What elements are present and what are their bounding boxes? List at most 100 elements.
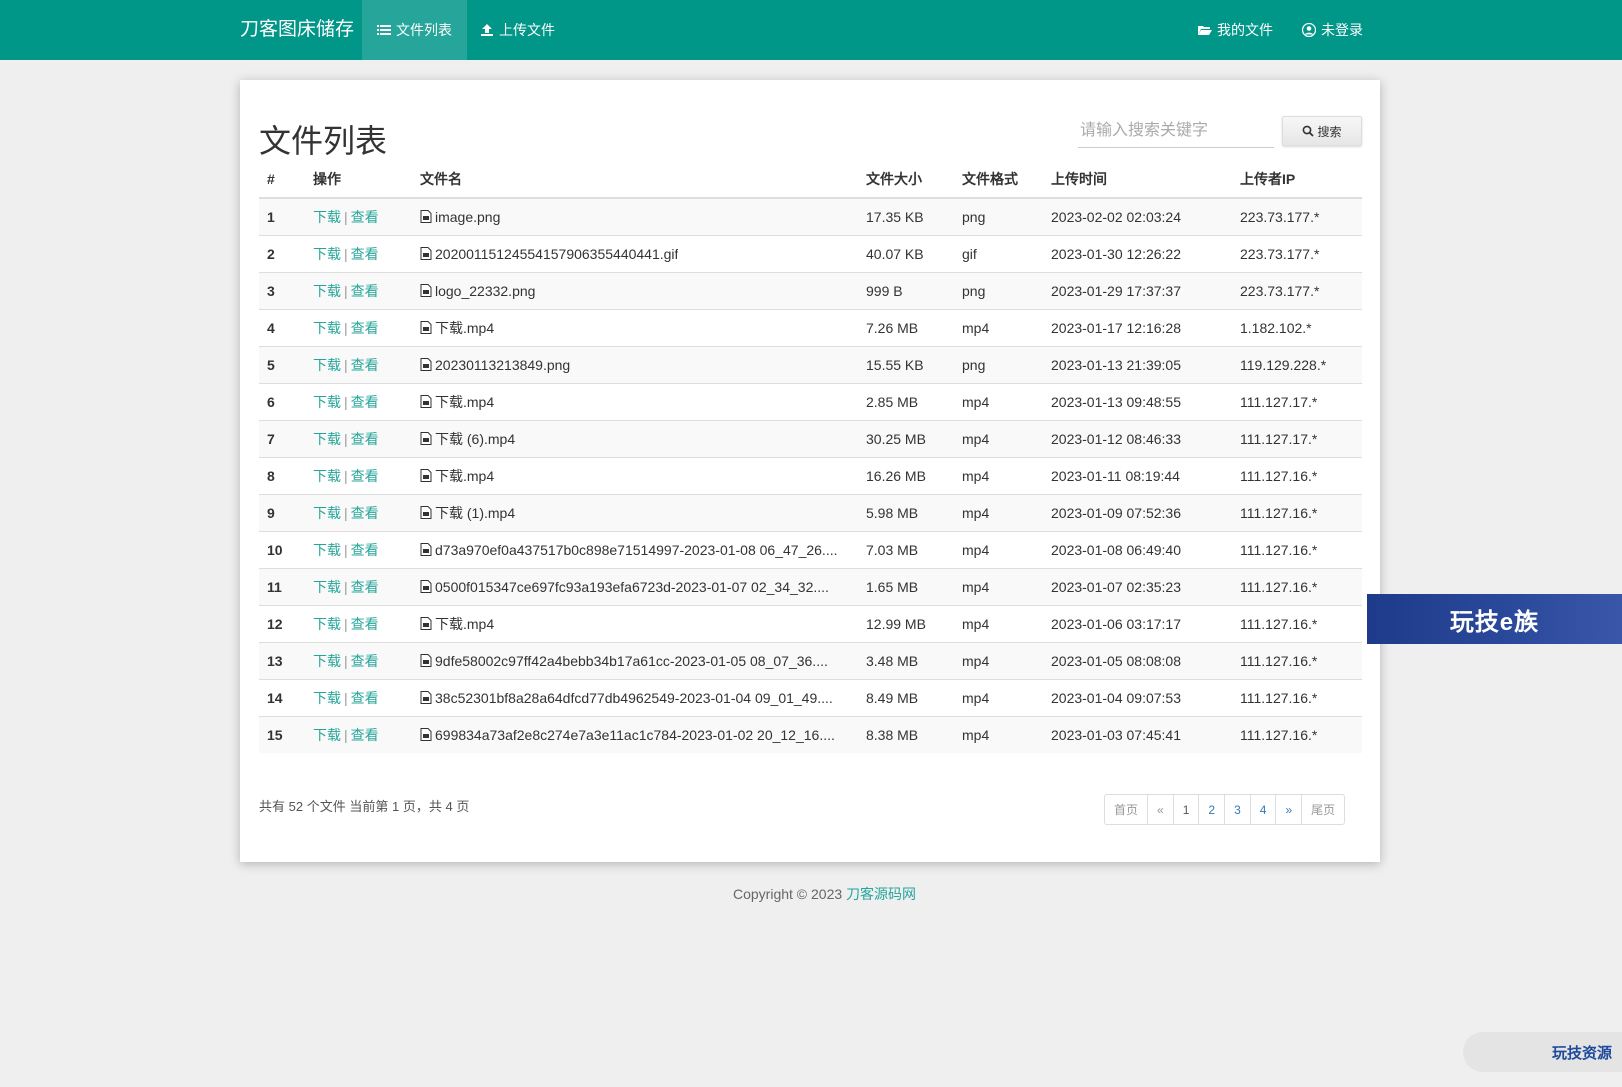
view-link[interactable]: 查看 xyxy=(351,505,379,521)
download-link[interactable]: 下载 xyxy=(313,616,341,632)
table-row: 15 下载 | 查看 699834a73af2e8c274e7a3e11ac1c784-… xyxy=(259,715,1362,753)
pager-page-4[interactable]: 4 xyxy=(1249,795,1276,824)
row-format: mp4 xyxy=(954,678,1043,716)
file-icon xyxy=(420,543,432,556)
folder-open-icon xyxy=(1198,26,1212,35)
row-actions: 下载 | 查看 xyxy=(305,271,412,309)
download-link[interactable]: 下载 xyxy=(313,653,341,669)
row-upload-time: 2023-02-02 02:03:24 xyxy=(1043,197,1232,235)
pager-next[interactable]: » xyxy=(1275,795,1301,824)
nav-login-label: 未登录 xyxy=(1321,22,1363,38)
row-filename: 下载.mp4 xyxy=(412,604,858,642)
view-link[interactable]: 查看 xyxy=(351,579,379,595)
site-link[interactable]: 刀客源码网 xyxy=(846,886,916,902)
row-filename: 下载.mp4 xyxy=(412,456,858,494)
pager-first[interactable]: 首页 xyxy=(1105,795,1147,824)
view-link[interactable]: 查看 xyxy=(351,283,379,299)
row-num: 1 xyxy=(259,197,305,235)
brand-title[interactable]: 刀客图床储存 xyxy=(240,0,354,60)
download-link[interactable]: 下载 xyxy=(313,320,341,336)
row-actions: 下载 | 查看 xyxy=(305,715,412,753)
pager-page-1[interactable]: 1 xyxy=(1172,795,1199,824)
row-uploader-ip: 111.127.16.* xyxy=(1232,493,1362,531)
filename-text: 下载.mp4 xyxy=(435,615,495,632)
row-format: mp4 xyxy=(954,604,1043,642)
row-num: 11 xyxy=(259,567,305,605)
search-input[interactable] xyxy=(1078,114,1274,148)
row-uploader-ip: 111.127.16.* xyxy=(1232,604,1362,642)
nav-login[interactable]: 未登录 xyxy=(1287,0,1378,60)
row-upload-time: 2023-01-04 09:07:53 xyxy=(1043,678,1232,716)
pager-page-3[interactable]: 3 xyxy=(1224,795,1250,824)
row-upload-time: 2023-01-09 07:52:36 xyxy=(1043,493,1232,531)
nav-upload[interactable]: 上传文件 xyxy=(465,0,570,60)
download-link[interactable]: 下载 xyxy=(313,394,341,410)
view-link[interactable]: 查看 xyxy=(351,690,379,706)
download-link[interactable]: 下载 xyxy=(313,468,341,484)
table-row: 3 下载 | 查看 logo_22332.png 999 Bpng 2023-01-29 1… xyxy=(259,271,1362,309)
download-link[interactable]: 下载 xyxy=(313,246,341,262)
nav-my-files[interactable]: 我的文件 xyxy=(1183,0,1288,60)
action-separator: | xyxy=(344,615,348,632)
view-link[interactable]: 查看 xyxy=(351,653,379,669)
file-icon xyxy=(420,506,432,519)
row-uploader-ip: 111.127.17.* xyxy=(1232,382,1362,420)
pager-last[interactable]: 尾页 xyxy=(1301,795,1344,824)
row-format: png xyxy=(954,345,1043,383)
row-format: mp4 xyxy=(954,567,1043,605)
view-link[interactable]: 查看 xyxy=(351,357,379,373)
row-format: mp4 xyxy=(954,308,1043,346)
view-link[interactable]: 查看 xyxy=(351,320,379,336)
row-format: mp4 xyxy=(954,382,1043,420)
view-link[interactable]: 查看 xyxy=(351,246,379,262)
search-button[interactable]: 搜索 xyxy=(1282,116,1362,146)
filename-text: 下载.mp4 xyxy=(435,393,495,410)
download-link[interactable]: 下载 xyxy=(313,690,341,706)
nav-file-list[interactable]: 文件列表 xyxy=(362,0,467,60)
download-link[interactable]: 下载 xyxy=(313,727,341,743)
row-filesize: 17.35 KB xyxy=(858,197,954,235)
row-upload-time: 2023-01-13 09:48:55 xyxy=(1043,382,1232,420)
download-link[interactable]: 下载 xyxy=(313,357,341,373)
download-link[interactable]: 下载 xyxy=(313,283,341,299)
watermark-banner[interactable]: 玩技e族 xyxy=(1367,594,1622,644)
user-circle-icon xyxy=(1302,23,1316,37)
filename-text: 38c52301bf8a28a64dfcd77db4962549-2023-01… xyxy=(435,689,833,706)
view-link[interactable]: 查看 xyxy=(351,468,379,484)
view-link[interactable]: 查看 xyxy=(351,616,379,632)
row-format: mp4 xyxy=(954,419,1043,457)
action-separator: | xyxy=(344,430,348,447)
action-separator: | xyxy=(344,689,348,706)
download-link[interactable]: 下载 xyxy=(313,542,341,558)
row-filename: 下载 (1).mp4 xyxy=(412,493,858,531)
row-upload-time: 2023-01-08 06:49:40 xyxy=(1043,530,1232,568)
row-actions: 下载 | 查看 xyxy=(305,234,412,272)
row-upload-time: 2023-01-11 08:19:44 xyxy=(1043,456,1232,494)
action-separator: | xyxy=(344,356,348,373)
pager-page-2[interactable]: 2 xyxy=(1198,795,1224,824)
row-uploader-ip: 111.127.17.* xyxy=(1232,419,1362,457)
row-filename: 20230113213849.png xyxy=(412,345,858,383)
row-upload-time: 2023-01-30 12:26:22 xyxy=(1043,234,1232,272)
view-link[interactable]: 查看 xyxy=(351,431,379,447)
row-num: 6 xyxy=(259,382,305,420)
download-link[interactable]: 下载 xyxy=(313,505,341,521)
view-link[interactable]: 查看 xyxy=(351,394,379,410)
watermark-corner[interactable]: 玩技资源 xyxy=(1463,1032,1622,1072)
table-row: 2 下载 | 查看 20200115124554157906355440441.gif 4… xyxy=(259,234,1362,272)
nav-my-files-label: 我的文件 xyxy=(1217,22,1273,38)
download-link[interactable]: 下载 xyxy=(313,209,341,225)
table-row: 6 下载 | 查看 下载.mp4 2.85 MB mp4 2023-01-13 09:48:5… xyxy=(259,382,1362,420)
file-icon xyxy=(420,728,432,742)
view-link[interactable]: 查看 xyxy=(351,209,379,225)
nav-file-list-label: 文件列表 xyxy=(396,22,452,38)
view-link[interactable]: 查看 xyxy=(351,542,379,558)
download-link[interactable]: 下载 xyxy=(313,431,341,447)
action-separator: | xyxy=(344,319,348,336)
download-link[interactable]: 下载 xyxy=(313,579,341,595)
view-link[interactable]: 查看 xyxy=(351,727,379,743)
row-format: gif xyxy=(954,234,1043,272)
row-filesize: 30.25 MB xyxy=(858,419,954,457)
row-format: mp4 xyxy=(954,456,1043,494)
pager-prev[interactable]: « xyxy=(1147,795,1173,824)
